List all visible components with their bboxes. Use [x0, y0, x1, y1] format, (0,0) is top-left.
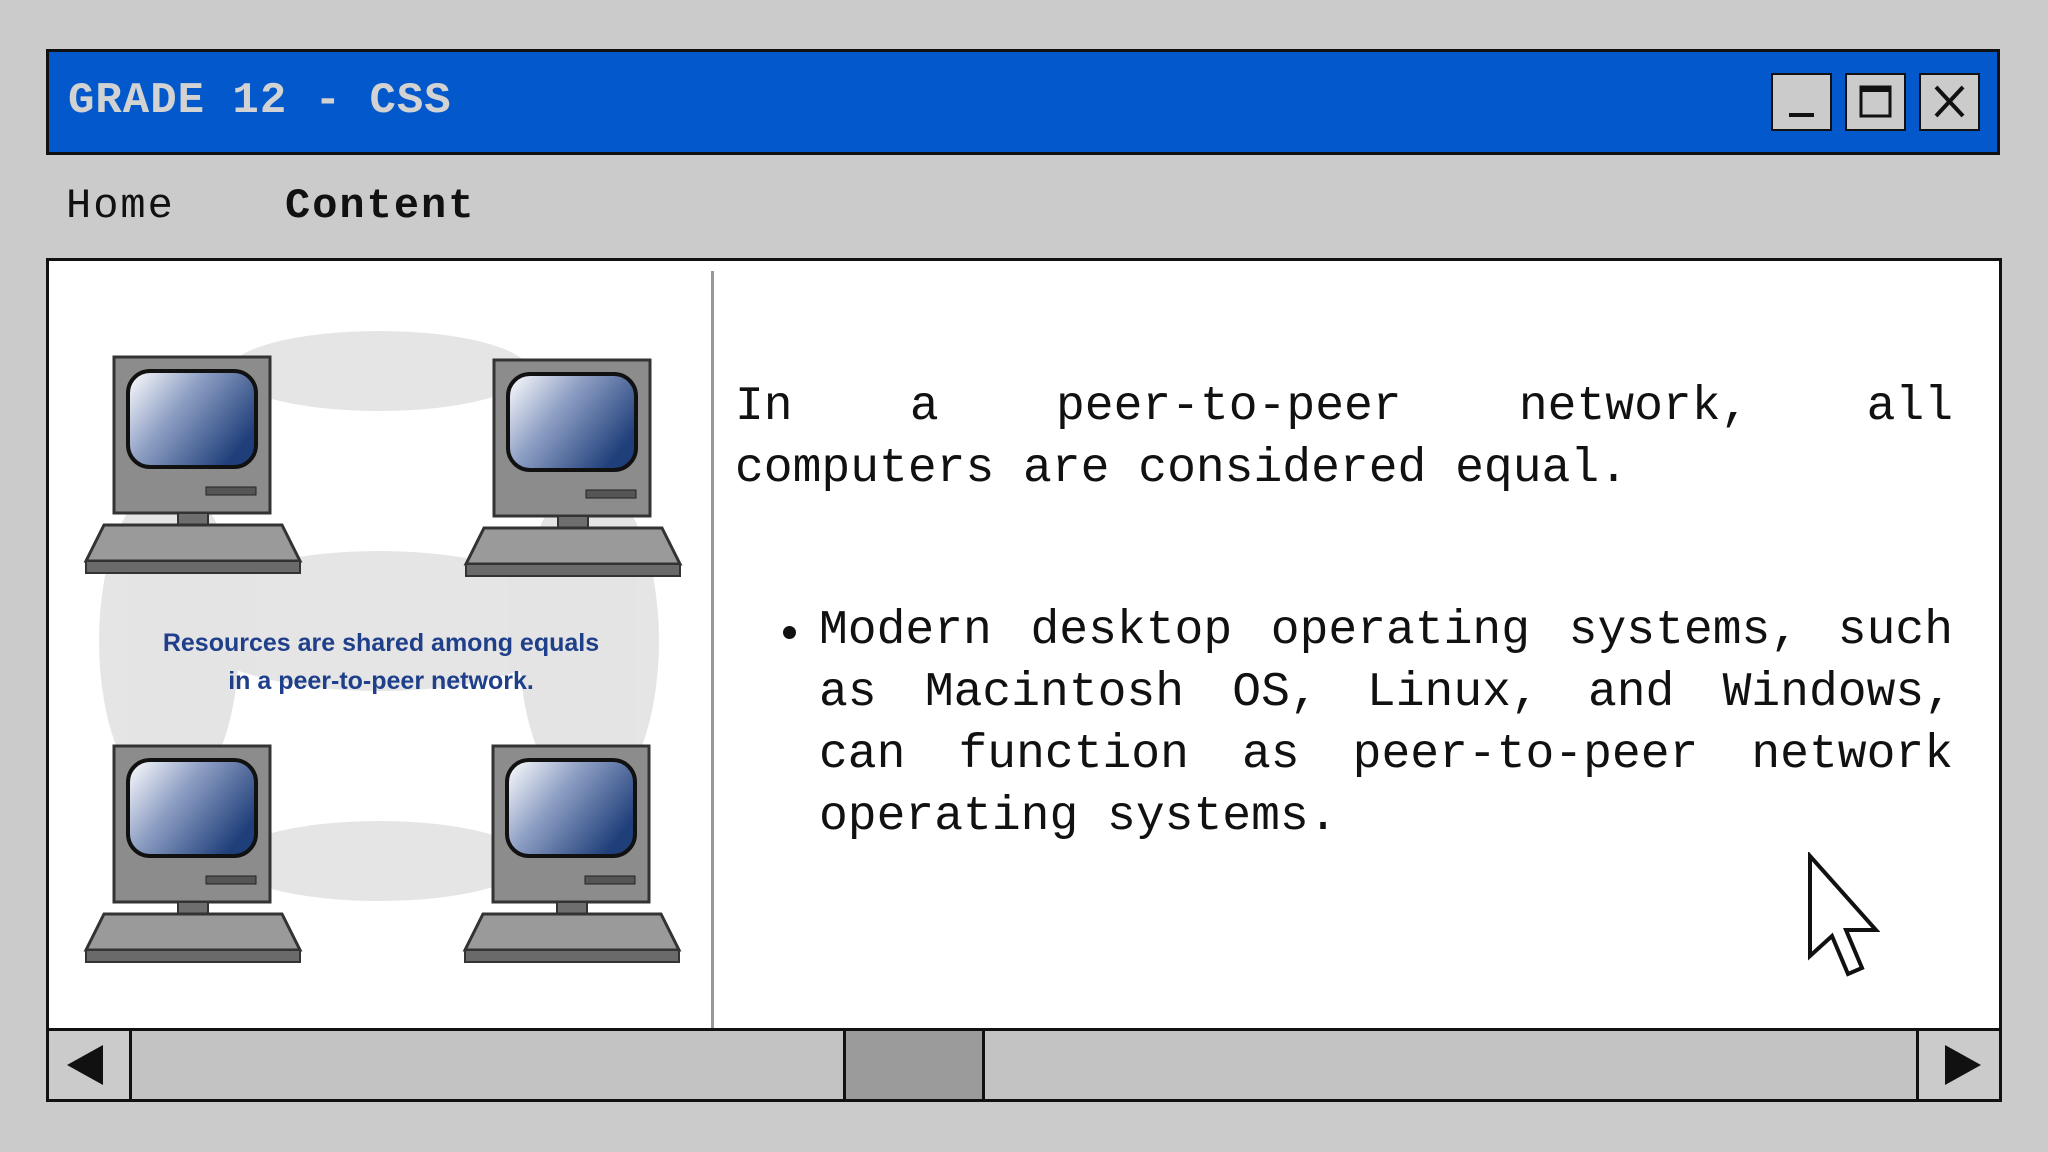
mouse-pointer-icon	[1808, 852, 1880, 977]
content-text: In a peer-to-peer network, all computers…	[735, 376, 1953, 844]
computer-icon	[463, 744, 681, 964]
computer-icon	[84, 744, 302, 964]
scroll-right-button[interactable]	[1916, 1031, 1999, 1099]
menu-item-content[interactable]: Content	[285, 182, 475, 230]
content-panel: Resources are shared among equals in a p…	[46, 258, 2002, 1102]
minimize-icon	[1789, 113, 1814, 117]
illustration-caption-line2: in a peer-to-peer network.	[228, 667, 534, 695]
bullet-icon	[783, 626, 796, 639]
list-item: Modern desktop operating systems, such a…	[783, 600, 1953, 848]
lead-line-1: In a peer-to-peer network, all	[735, 380, 1953, 434]
computer-icon	[464, 358, 682, 578]
maximize-button[interactable]	[1845, 73, 1906, 131]
illustration-caption-line1: Resources are shared among equals	[163, 629, 599, 657]
close-button[interactable]	[1919, 73, 1980, 131]
horizontal-scrollbar[interactable]	[49, 1028, 1999, 1099]
computer-icon	[84, 355, 302, 575]
arrow-right-icon	[1945, 1045, 1981, 1085]
minimize-button[interactable]	[1771, 73, 1832, 131]
maximize-icon	[1859, 85, 1892, 118]
close-icon	[1934, 85, 1965, 118]
arrow-left-icon	[67, 1045, 103, 1085]
lead-line-2: computers are considered equal.	[735, 442, 1628, 496]
scroll-thumb[interactable]	[843, 1031, 985, 1099]
pane-divider	[711, 271, 714, 1041]
bullet-list: Modern desktop operating systems, such a…	[783, 600, 1953, 848]
bullet-text: Modern desktop operating systems, such a…	[819, 604, 1953, 844]
scroll-left-button[interactable]	[49, 1031, 132, 1099]
lead-paragraph: In a peer-to-peer network, all computers…	[735, 376, 1953, 500]
peer-to-peer-illustration: Resources are shared among equals in a p…	[49, 261, 712, 1031]
menu-item-home[interactable]: Home	[66, 182, 175, 230]
title-bar: GRADE 12 - CSS	[46, 49, 2000, 155]
window-title: GRADE 12 - CSS	[68, 76, 452, 126]
